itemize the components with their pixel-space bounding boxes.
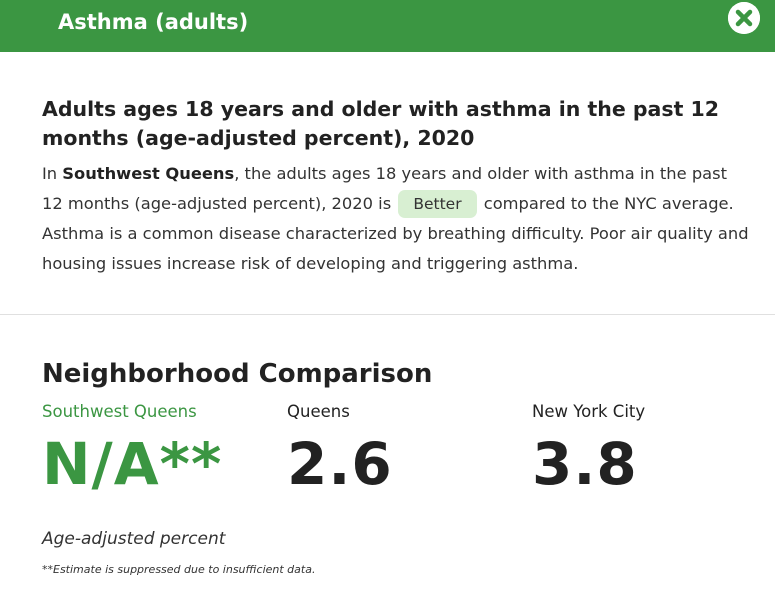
column-label: Queens (287, 402, 350, 421)
comparison-column-borough: Queens 2.6 (287, 400, 393, 496)
footnote: **Estimate is suppressed due to insuffic… (42, 563, 316, 576)
indicator-summary: In Southwest Queens, the adults ages 18 … (42, 159, 752, 279)
neighborhood-name: Southwest Queens (62, 164, 235, 183)
column-value: N/A** (42, 430, 223, 498)
comparison-title: Neighborhood Comparison (42, 359, 433, 389)
rating-badge: Better (398, 190, 477, 218)
unit-note: Age-adjusted percent (42, 529, 226, 549)
modal-header: Asthma (adults) (0, 0, 775, 52)
indicator-title: Adults ages 18 years and older with asth… (42, 97, 720, 150)
section-divider (0, 314, 775, 315)
modal-title: Asthma (adults) (58, 10, 249, 34)
close-icon (728, 2, 760, 34)
column-value: 2.6 (287, 430, 393, 498)
close-button[interactable] (728, 2, 760, 34)
column-label: Southwest Queens (42, 402, 197, 421)
column-value: 3.8 (532, 430, 638, 498)
comparison-column-city: New York City 3.8 (532, 400, 645, 496)
comparison-column-neighborhood: Southwest Queens N/A** (42, 400, 222, 496)
indicator-description: Adults ages 18 years and older with asth… (42, 95, 752, 279)
summary-prefix: In (42, 164, 63, 183)
column-label: New York City (532, 402, 646, 421)
